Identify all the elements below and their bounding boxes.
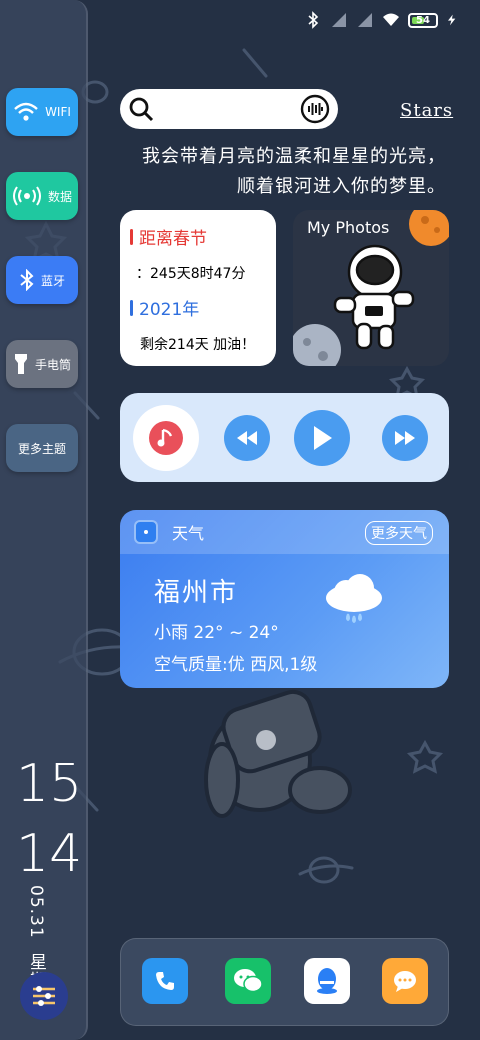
- more-themes-button[interactable]: 更多主题: [6, 424, 78, 472]
- weather-air-quality: 空气质量:优 西风,1级: [154, 655, 318, 675]
- flashlight-toggle[interactable]: 手电筒: [6, 340, 78, 388]
- wifi-toggle[interactable]: WIFI: [6, 88, 78, 136]
- wifi-icon: [383, 13, 399, 26]
- countdown-title: 距离春节: [130, 224, 266, 249]
- clock-hour: 15: [16, 754, 83, 814]
- clock-minute: 14: [16, 824, 83, 884]
- signal-icon: [332, 13, 346, 27]
- poem-text: 我会带着月亮的温柔和星星的光亮， 顺着银河进入你的梦里。: [142, 142, 446, 202]
- weather-widget[interactable]: 天气 更多天气 福州市 小雨 22° ~ 24° 空气质量:优 西风,1级: [120, 510, 449, 688]
- fast-forward-button[interactable]: [382, 415, 428, 461]
- music-note-icon: [149, 421, 183, 455]
- photos-widget[interactable]: My Photos: [293, 210, 449, 366]
- rain-cloud-icon: [326, 574, 382, 624]
- astronaut-illustration: [293, 210, 449, 366]
- more-weather-button[interactable]: 更多天气: [365, 521, 433, 545]
- battery-icon: 54: [408, 12, 438, 28]
- message-app[interactable]: [382, 958, 428, 1004]
- weather-condition-temp: 小雨 22° ~ 24°: [154, 623, 279, 643]
- music-app-button[interactable]: [133, 405, 199, 471]
- search-bar[interactable]: [120, 89, 338, 129]
- qq-app[interactable]: [304, 958, 350, 1004]
- status-bar: 54: [304, 8, 458, 32]
- wechat-app[interactable]: [225, 958, 271, 1004]
- fast-forward-icon: [395, 431, 415, 445]
- wifi-label: WIFI: [45, 105, 71, 119]
- voice-icon[interactable]: [300, 94, 330, 124]
- wifi-icon: [14, 102, 38, 121]
- countdown-title-text: 距离春节: [139, 229, 207, 249]
- data-label: 数据: [47, 189, 72, 204]
- music-widget: [120, 393, 449, 482]
- qq-icon: [317, 968, 337, 994]
- bluetooth-icon: [20, 269, 34, 291]
- rewind-button[interactable]: [224, 415, 270, 461]
- date-text: 05.31: [26, 885, 46, 939]
- search-icon[interactable]: [128, 96, 154, 122]
- weather-app-name: 天气: [172, 524, 205, 543]
- year-title: 2021年: [130, 295, 266, 320]
- play-icon: [314, 426, 332, 450]
- sliders-icon: [33, 986, 55, 1006]
- data-toggle[interactable]: 数据: [6, 172, 78, 220]
- poem-line-2: 顺着银河进入你的梦里。: [237, 176, 446, 197]
- app-dock: [120, 938, 449, 1026]
- battery-level: 54: [416, 14, 430, 26]
- flashlight-label: 手电筒: [34, 357, 71, 372]
- weather-app-icon: [134, 520, 158, 544]
- rewind-icon: [237, 431, 257, 445]
- wechat-icon: [234, 969, 263, 993]
- year-remaining: 剩余214天 加油！: [140, 337, 256, 353]
- settings-button[interactable]: [20, 972, 68, 1020]
- countdown-remaining: ：245天8时47分: [136, 266, 246, 282]
- more-themes-label: 更多主题: [17, 441, 66, 456]
- signal-icon: [358, 13, 372, 27]
- countdown-widget[interactable]: 距离春节 ：245天8时47分 2021年 剩余214天 加油！: [120, 210, 276, 366]
- bluetooth-label: 蓝牙: [40, 273, 65, 288]
- poem-line-1: 我会带着月亮的温柔和星星的光亮，: [142, 146, 446, 167]
- flashlight-icon: [14, 354, 27, 374]
- message-icon: [394, 971, 416, 992]
- stars-link[interactable]: Stars: [400, 100, 453, 121]
- bluetooth-icon: [308, 11, 319, 29]
- cellular-data-icon: [12, 186, 41, 206]
- phone-icon: [156, 972, 174, 990]
- phone-app[interactable]: [142, 958, 188, 1004]
- weather-city: 福州市: [154, 578, 239, 608]
- play-button[interactable]: [294, 410, 350, 466]
- charging-icon: [448, 14, 456, 26]
- sidebar: WIFI 数据 蓝牙 手电筒 更多主题 15 14 05.31 星期一: [0, 0, 88, 1040]
- bluetooth-toggle[interactable]: 蓝牙: [6, 256, 78, 304]
- year-text: 2021年: [139, 300, 200, 320]
